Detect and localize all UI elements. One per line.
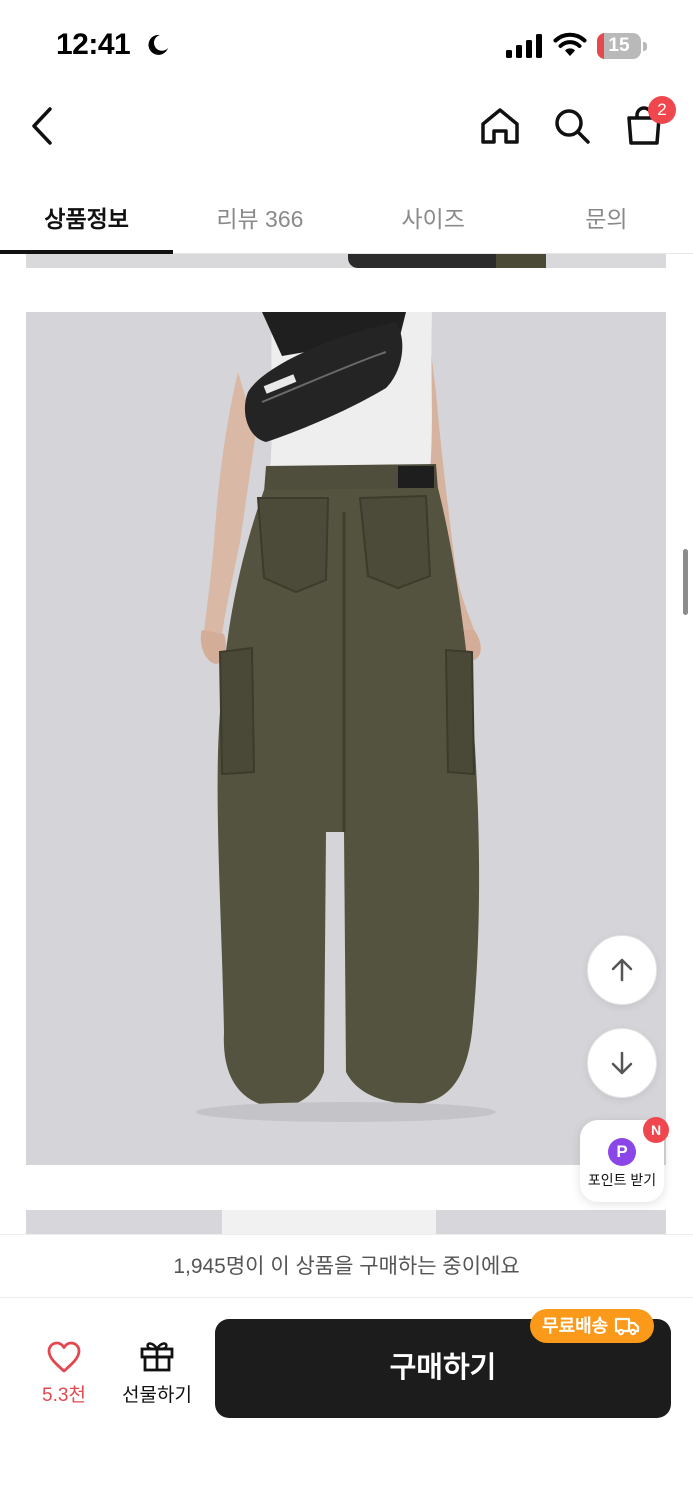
tab-size[interactable]: 사이즈 xyxy=(347,168,520,253)
point-icon: P xyxy=(608,1138,636,1166)
top-nav: 2 xyxy=(0,88,693,168)
bottom-purchase-bar: 1,945명이 이 상품을 구매하는 중이에요 5.3천 선물하기 구매하기 무… xyxy=(0,1234,693,1500)
get-points-label: 포인트 받기 xyxy=(587,1172,657,1188)
status-time: 12:41 xyxy=(56,28,131,61)
home-button[interactable] xyxy=(474,100,526,152)
free-shipping-badge: 무료배송 xyxy=(530,1309,655,1343)
scroll-down-button[interactable] xyxy=(587,1028,657,1098)
like-button[interactable]: 5.3천 xyxy=(22,1334,106,1414)
status-bar: 12:41 15 xyxy=(0,0,693,88)
gift-icon xyxy=(140,1342,174,1372)
tab-inquiry[interactable]: 문의 xyxy=(520,168,693,253)
product-image-previous xyxy=(26,254,666,268)
battery-percent: 15 xyxy=(608,35,630,56)
new-badge: N xyxy=(643,1117,669,1143)
battery-indicator: 15 xyxy=(597,33,647,59)
like-count: 5.3천 xyxy=(42,1385,86,1406)
arrow-down-icon xyxy=(611,1051,633,1075)
tab-product-info[interactable]: 상품정보 xyxy=(0,168,174,254)
moon-icon xyxy=(148,34,168,55)
cart-button[interactable]: 2 xyxy=(618,96,676,152)
truck-icon xyxy=(615,1317,640,1336)
product-image-next xyxy=(26,1210,666,1234)
gift-button[interactable]: 선물하기 xyxy=(110,1334,204,1414)
cart-count-badge: 2 xyxy=(648,96,676,124)
tab-reviews[interactable]: 리뷰 366 xyxy=(173,168,346,253)
scroll-up-button[interactable] xyxy=(587,935,657,1005)
wifi-icon xyxy=(553,32,587,56)
search-button[interactable] xyxy=(546,100,598,152)
product-detail-content[interactable] xyxy=(0,254,693,1234)
gift-label: 선물하기 xyxy=(122,1385,192,1406)
home-icon xyxy=(481,108,519,144)
arrow-up-icon xyxy=(611,958,633,982)
chevron-left-icon xyxy=(32,107,52,145)
cellular-signal-icon xyxy=(506,34,542,58)
free-shipping-label: 무료배송 xyxy=(542,1316,609,1336)
product-tabs: 상품정보 리뷰 366 사이즈 문의 xyxy=(0,168,693,254)
back-button[interactable] xyxy=(16,100,68,152)
search-icon xyxy=(555,109,590,144)
product-photo-cargo-pants xyxy=(26,312,666,1165)
heart-icon xyxy=(47,1341,81,1373)
scrollbar[interactable] xyxy=(683,549,688,615)
buyers-count-text: 1,945명이 이 상품을 구매하는 중이에요 xyxy=(0,1234,693,1298)
